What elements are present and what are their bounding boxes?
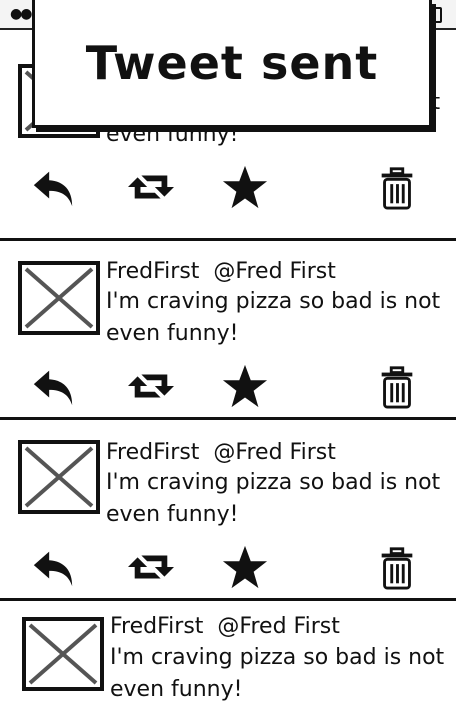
retweet-icon	[128, 374, 174, 398]
retweet-button[interactable]	[124, 160, 178, 214]
retweet-button[interactable]	[124, 359, 178, 413]
reply-button[interactable]	[26, 540, 80, 594]
author-handle[interactable]: @Fred First	[213, 259, 335, 284]
tweet-card[interactable]: FredFirst @Fred First I'm craving pizza s…	[2, 601, 454, 708]
author-name[interactable]: FredFirst	[106, 440, 199, 465]
avatar[interactable]	[18, 440, 100, 514]
delete-button[interactable]	[370, 359, 424, 413]
favorite-button[interactable]	[218, 540, 272, 594]
retweet-icon	[128, 175, 174, 199]
star-icon	[222, 165, 268, 209]
tweet-header: FredFirst @Fred First	[110, 613, 340, 641]
signal-dots-icon: ●●	[10, 6, 32, 22]
retweet-icon	[128, 555, 174, 579]
favorite-button[interactable]	[218, 160, 272, 214]
delete-button[interactable]	[370, 540, 424, 594]
image-placeholder-icon	[24, 267, 94, 329]
favorite-button[interactable]	[218, 359, 272, 413]
avatar[interactable]	[18, 261, 100, 335]
tweet-card[interactable]: FredFirst @Fred First I'm craving pizza s…	[2, 420, 454, 596]
trash-icon	[381, 547, 413, 590]
author-name[interactable]: FredFirst	[106, 259, 199, 284]
tweet-text: I'm craving pizza so bad is not even fun…	[106, 289, 441, 346]
toast-message: Tweet sent	[85, 35, 379, 90]
reply-button[interactable]	[26, 160, 80, 214]
trash-icon	[381, 366, 413, 409]
avatar[interactable]	[22, 617, 104, 691]
tweet-card[interactable]: FredFirst @Fred First I'm craving pizza s…	[2, 241, 454, 417]
author-handle[interactable]: @Fred First	[213, 440, 335, 465]
tweet-header: FredFirst @Fred First	[106, 439, 336, 467]
author-handle[interactable]: @Fred First	[217, 614, 339, 639]
tweet-text: I'm craving pizza so bad is not even fun…	[106, 470, 441, 527]
reply-icon	[33, 551, 73, 587]
toast-notification: Tweet sent	[32, 0, 432, 128]
reply-button[interactable]	[26, 359, 80, 413]
star-icon	[222, 545, 268, 589]
image-placeholder-icon	[24, 446, 94, 508]
trash-icon	[381, 167, 413, 210]
delete-button[interactable]	[370, 160, 424, 214]
reply-icon	[33, 171, 73, 207]
reply-icon	[33, 370, 73, 406]
tweet-text: I'm craving pizza so bad is not even fun…	[110, 645, 445, 702]
retweet-button[interactable]	[124, 540, 178, 594]
author-name[interactable]: FredFirst	[110, 614, 203, 639]
star-icon	[222, 364, 268, 408]
battery-icon	[432, 7, 442, 23]
tweet-header: FredFirst @Fred First	[106, 258, 336, 286]
image-placeholder-icon	[28, 623, 98, 685]
